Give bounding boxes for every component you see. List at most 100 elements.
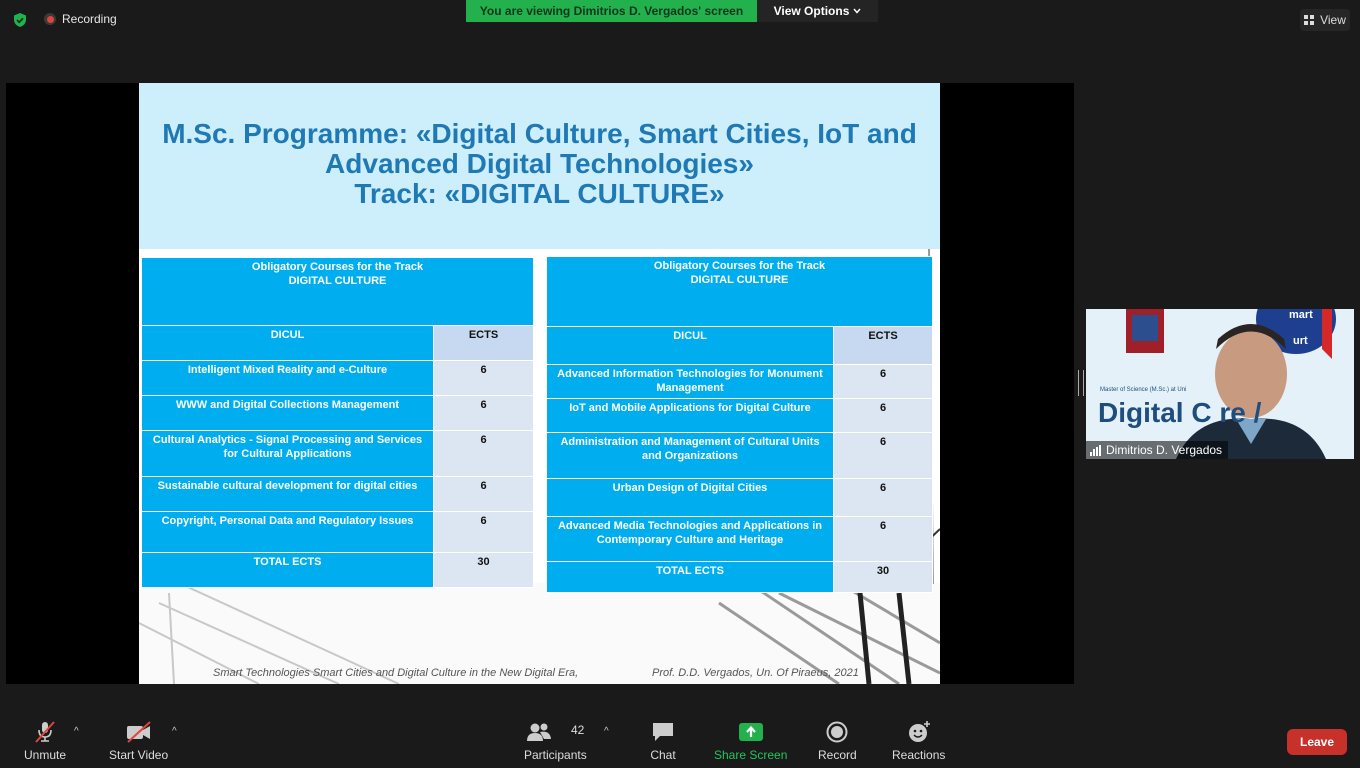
course-cell: Administration and Management of Cultura… xyxy=(546,432,834,479)
share-screen-label: Share Screen xyxy=(714,748,788,762)
ects-cell: 6 xyxy=(433,476,534,512)
column-header-ects: ECTS xyxy=(433,325,534,361)
right-courses-table: Obligatory Courses for the Track DIGITAL… xyxy=(546,256,933,593)
footer-left-text: Smart Technologies Smart Cities and Digi… xyxy=(213,667,579,679)
ects-cell: 6 xyxy=(433,395,534,431)
video-background-top-text-1: mart xyxy=(1289,309,1313,321)
unmute-label: Unmute xyxy=(24,748,67,762)
reactions-smiley-icon xyxy=(903,720,935,744)
participants-label: Participants xyxy=(524,748,587,762)
record-button[interactable]: Record xyxy=(818,720,857,762)
share-screen-button[interactable]: Share Screen xyxy=(714,720,787,762)
video-background xyxy=(1086,309,1354,459)
viewing-screen-banner: You are viewing Dimitrios D. Vergados' s… xyxy=(466,0,757,22)
ects-cell: 6 xyxy=(833,432,933,479)
course-cell: WWW and Digital Collections Management xyxy=(141,395,434,431)
slide-title: M.Sc. Programme: «Digital Culture, Smart… xyxy=(139,119,940,209)
view-button[interactable]: View xyxy=(1300,9,1350,31)
resize-handle[interactable] xyxy=(1078,370,1084,396)
audio-options-caret[interactable]: ^ xyxy=(74,726,79,737)
course-cell: Advanced Media Technologies and Applicat… xyxy=(546,516,834,562)
table-row: WWW and Digital Collections Management 6 xyxy=(141,395,534,431)
slide-title-line1: M.Sc. Programme: «Digital Culture, Smart… xyxy=(162,118,917,149)
course-cell: Sustainable cultural development for dig… xyxy=(141,476,434,512)
total-label-cell: TOTAL ECTS xyxy=(141,552,434,588)
grid-view-icon xyxy=(1304,14,1315,25)
column-header-course: DICUL xyxy=(141,325,434,361)
shared-screen[interactable]: M.Sc. Programme: «Digital Culture, Smart… xyxy=(6,83,1074,684)
ects-cell: 6 xyxy=(833,516,933,562)
footer-author-text: Prof. D.D. Vergados, Un. Of Piraeus, 202… xyxy=(652,667,859,679)
video-options-caret[interactable]: ^ xyxy=(172,726,177,737)
view-options-button[interactable]: View Options xyxy=(757,0,878,22)
recording-label: Recording xyxy=(62,12,117,26)
total-value-cell: 30 xyxy=(833,561,933,593)
total-label-cell: TOTAL ECTS xyxy=(546,561,834,593)
chat-button[interactable]: Chat xyxy=(647,720,679,762)
participant-video-tile[interactable]: Master of Science (M.Sc.) at Uni Digital… xyxy=(1086,309,1354,459)
chevron-down-icon xyxy=(853,8,861,14)
table-row: IoT and Mobile Applications for Digital … xyxy=(546,398,933,433)
chat-label: Chat xyxy=(650,748,676,762)
table-total-row: TOTAL ECTS 30 xyxy=(546,561,933,593)
start-video-button[interactable]: Start Video xyxy=(109,720,168,762)
table-row: Advanced Media Technologies and Applicat… xyxy=(546,516,933,562)
participants-options-caret[interactable]: ^ xyxy=(604,726,609,737)
table-row: Sustainable cultural development for dig… xyxy=(141,476,534,512)
course-cell: Urban Design of Digital Cities xyxy=(546,478,834,517)
ects-cell: 6 xyxy=(433,430,534,477)
slide-footer: Smart Technologies Smart Cities and Digi… xyxy=(213,667,859,679)
chat-bubble-icon xyxy=(647,720,679,744)
table-total-row: TOTAL ECTS 30 xyxy=(141,552,534,588)
table-row: Administration and Management of Cultura… xyxy=(546,432,933,479)
course-cell: Intelligent Mixed Reality and e-Culture xyxy=(141,360,434,396)
video-background-top-text-2: urt xyxy=(1293,335,1308,347)
table-row: Copyright, Personal Data and Regulatory … xyxy=(141,511,534,553)
ects-cell: 6 xyxy=(433,511,534,553)
participants-count: 42 xyxy=(571,723,585,737)
security-shield-icon[interactable] xyxy=(12,12,28,28)
table-header: Obligatory Courses for the Track DIGITAL… xyxy=(546,256,933,327)
table-header-line1: Obligatory Courses for the Track xyxy=(653,260,826,272)
column-header-course: DICUL xyxy=(546,326,834,365)
recording-icon xyxy=(44,13,56,25)
reactions-button[interactable]: Reactions xyxy=(892,720,945,762)
ects-cell: 6 xyxy=(833,398,933,433)
leave-button[interactable]: Leave xyxy=(1287,729,1347,755)
signal-strength-icon xyxy=(1090,444,1101,456)
ects-cell: 6 xyxy=(433,360,534,396)
record-label: Record xyxy=(818,748,857,762)
share-screen-icon xyxy=(735,720,767,744)
table-header-line1: Obligatory Courses for the Track xyxy=(251,261,424,273)
muted-microphone-icon xyxy=(29,720,61,744)
course-cell: IoT and Mobile Applications for Digital … xyxy=(546,398,834,433)
table-row: Cultural Analytics - Signal Processing a… xyxy=(141,430,534,477)
view-options-label: View Options xyxy=(773,4,850,18)
video-background-small-text: Master of Science (M.Sc.) at Uni xyxy=(1100,387,1187,393)
presentation-slide: M.Sc. Programme: «Digital Culture, Smart… xyxy=(139,83,940,684)
start-video-label: Start Video xyxy=(109,748,169,762)
participant-name: Dimitrios D. Vergados xyxy=(1106,443,1223,457)
table-header-line2: DIGITAL CULTURE xyxy=(288,275,387,287)
slide-title-line3: Track: «DIGITAL CULTURE» xyxy=(354,178,725,209)
table-row: Urban Design of Digital Cities 6 xyxy=(546,478,933,517)
table-header-line2: DIGITAL CULTURE xyxy=(690,274,789,286)
table-header: Obligatory Courses for the Track DIGITAL… xyxy=(141,257,534,326)
record-icon xyxy=(821,720,853,744)
video-off-icon xyxy=(123,720,155,744)
participant-name-tag: Dimitrios D. Vergados xyxy=(1086,441,1229,459)
table-row: Advanced Information Technologies for Mo… xyxy=(546,364,933,399)
recording-indicator[interactable]: Recording xyxy=(44,12,117,26)
ects-cell: 6 xyxy=(833,478,933,517)
course-cell: Advanced Information Technologies for Mo… xyxy=(546,364,834,399)
left-courses-table: Obligatory Courses for the Track DIGITAL… xyxy=(141,257,534,588)
video-background-big-text: Digital C re / xyxy=(1098,397,1262,428)
course-cell: Copyright, Personal Data and Regulatory … xyxy=(141,511,434,553)
column-header-ects: ECTS xyxy=(833,326,933,365)
unmute-button[interactable]: Unmute xyxy=(24,720,66,762)
course-cell: Cultural Analytics - Signal Processing a… xyxy=(141,430,434,477)
slide-title-line2: Advanced Digital Technologies» xyxy=(325,148,754,179)
table-row: Intelligent Mixed Reality and e-Culture … xyxy=(141,360,534,396)
view-label: View xyxy=(1320,13,1346,27)
ects-cell: 6 xyxy=(833,364,933,399)
